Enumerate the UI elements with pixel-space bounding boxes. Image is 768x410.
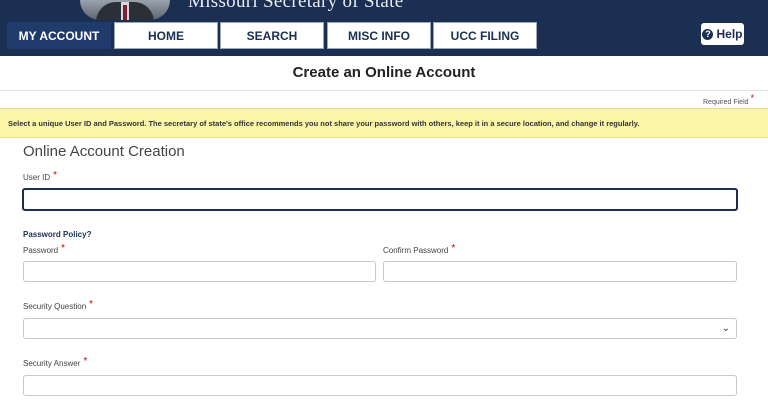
tab-ucc-filing[interactable]: UCC FILING xyxy=(433,22,537,49)
password-input[interactable] xyxy=(23,261,376,282)
password-policy-link[interactable]: Password Policy? xyxy=(23,230,91,239)
main-nav: MY ACCOUNT HOME SEARCH MISC INFO UCC FIL… xyxy=(0,20,768,56)
security-question-select[interactable]: ⌄ xyxy=(23,318,737,339)
security-question-label: Security Question * xyxy=(23,299,94,312)
security-question-label-text: Security Question xyxy=(23,302,87,311)
help-button[interactable]: ? Help xyxy=(700,22,745,46)
chevron-down-icon: ⌄ xyxy=(721,323,730,334)
user-id-input[interactable] xyxy=(22,188,738,211)
section-title: Online Account Creation xyxy=(23,143,185,160)
divider xyxy=(0,90,768,91)
required-star: * xyxy=(451,243,456,254)
notice-banner: Select a unique User ID and Password. Th… xyxy=(0,108,768,138)
security-answer-label-text: Security Answer xyxy=(23,359,81,368)
question-circle-icon: ? xyxy=(702,28,714,40)
nav-underline xyxy=(0,49,768,54)
security-answer-label: Security Answer * xyxy=(23,356,88,369)
confirm-password-input[interactable] xyxy=(383,261,737,282)
required-field-note: Required Field * xyxy=(703,93,754,106)
page-title: Create an Online Account xyxy=(292,64,476,81)
required-star: * xyxy=(750,93,754,103)
help-label: Help xyxy=(716,27,743,41)
required-star: * xyxy=(53,170,58,181)
password-label: Password * xyxy=(23,243,66,256)
required-star: * xyxy=(89,299,94,310)
security-answer-input[interactable] xyxy=(23,375,737,396)
user-id-label-text: User ID xyxy=(23,173,51,182)
tab-search[interactable]: SEARCH xyxy=(220,22,324,49)
site-banner: Missouri Secretary of State xyxy=(0,0,768,20)
confirm-password-label-text: Confirm Password xyxy=(383,246,449,255)
tab-my-account[interactable]: MY ACCOUNT xyxy=(7,22,111,49)
user-id-label: User ID * xyxy=(23,170,58,183)
required-star: * xyxy=(83,356,88,367)
tab-home[interactable]: HOME xyxy=(114,22,218,49)
confirm-password-label: Confirm Password * xyxy=(383,243,456,256)
tab-misc-info[interactable]: MISC INFO xyxy=(327,22,431,49)
required-note-label: Required Field xyxy=(703,99,749,106)
required-star: * xyxy=(61,243,66,254)
site-title: Missouri Secretary of State xyxy=(188,0,404,12)
password-label-text: Password xyxy=(23,246,59,255)
official-portrait xyxy=(80,0,170,20)
